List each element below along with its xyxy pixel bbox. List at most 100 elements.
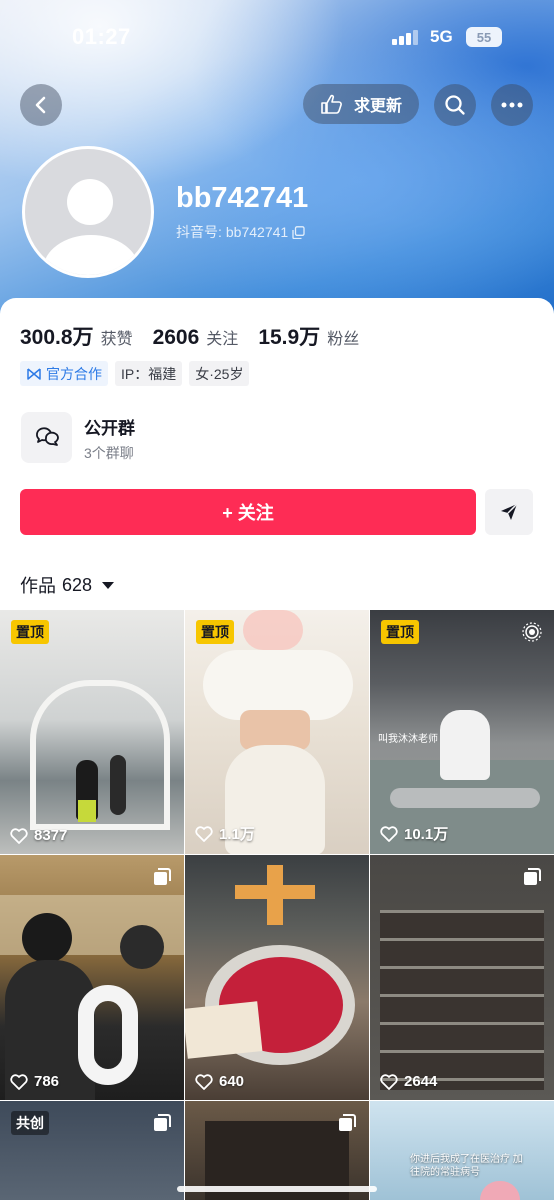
works-tab[interactable]: 作品 628 — [20, 572, 115, 598]
douyin-id[interactable]: 抖音号: bb742741 — [176, 222, 305, 242]
caret-down-icon — [102, 581, 115, 589]
likes-count[interactable]: 300.8万 — [20, 321, 94, 351]
follow-button[interactable]: + 关注 — [20, 489, 476, 535]
likes-value: 2644 — [404, 1073, 438, 1090]
tag-gender-age-label: 女·25岁 — [195, 365, 244, 382]
gym-arch-decor — [30, 680, 170, 830]
battery-icon: 55 — [466, 27, 502, 47]
profile-stats: 300.8万 获赞 2606 关注 15.9万 粉丝 — [20, 321, 379, 351]
avatar[interactable] — [22, 146, 154, 278]
person-figure-2 — [110, 755, 126, 815]
shoe-shelf — [380, 910, 544, 1090]
pinned-badge: 置顶 — [11, 620, 49, 644]
more-button[interactable] — [491, 84, 533, 126]
video-tile[interactable]: 叫我沐沐老师 置顶 10.1万 — [370, 610, 554, 854]
likes-value: 640 — [219, 1073, 245, 1090]
likes-label: 获赞 — [100, 331, 133, 348]
send-message-button[interactable] — [485, 489, 533, 535]
tile-likes: 8377 — [10, 827, 67, 844]
tag-official-label: 官方合作 — [46, 365, 102, 382]
home-indicator[interactable] — [177, 1186, 377, 1192]
heart-icon — [10, 1073, 28, 1090]
video-tile[interactable]: 2644 — [370, 855, 554, 1100]
pink-object — [480, 1181, 520, 1200]
likes-value: 1.1万 — [219, 826, 255, 843]
username: bb742741 — [176, 182, 309, 214]
status-time: 01:27 — [72, 24, 131, 49]
works-count: 628 — [62, 574, 93, 595]
following-label: 关注 — [206, 331, 239, 348]
tag-gender-age: 女·25岁 — [189, 361, 250, 386]
likes-value: 8377 — [34, 827, 68, 844]
group-chat-count: 3个群聊 — [84, 445, 134, 461]
following-count[interactable]: 2606 — [153, 326, 200, 350]
torso-figure — [240, 710, 310, 750]
group-chat-entry[interactable] — [21, 412, 72, 463]
video-tile[interactable]: 786 — [0, 855, 184, 1100]
followers-count[interactable]: 15.9万 — [258, 321, 320, 351]
greeting-card — [185, 1001, 263, 1059]
copy-icon[interactable] — [292, 225, 305, 239]
split-legs-figure — [390, 788, 540, 808]
send-message-icon — [501, 503, 518, 520]
works-label: 作品 — [20, 576, 56, 596]
person-head — [22, 913, 72, 963]
person-figure-legs — [78, 800, 96, 822]
follow-button-label: + 关注 — [222, 503, 274, 523]
pointing-hand-icon — [321, 94, 342, 114]
video-tile[interactable]: 你进后我成了在医治疗 加往院的常驻病号 — [370, 1101, 554, 1200]
multi-image-icon — [154, 868, 171, 885]
tag-ip-location: IP：福建 — [115, 361, 183, 386]
heart-icon — [195, 825, 213, 842]
video-tile[interactable]: 置顶 1.1万 — [185, 610, 369, 854]
co-creation-badge: 共创 — [11, 1111, 49, 1135]
douyin-id-label: 抖音号: — [176, 224, 222, 240]
heart-icon — [380, 1073, 398, 1090]
more-dots-icon — [501, 102, 523, 108]
status-bar: 01:27 5G 55 — [0, 0, 554, 72]
multi-image-icon — [524, 868, 541, 885]
request-update-label: 求更新 — [353, 98, 402, 115]
chevron-left-icon — [35, 96, 46, 114]
ribbon-decor-vertical — [267, 865, 283, 925]
tile-caption: 你进后我成了在医治疗 加往院的常驻病号 — [410, 1154, 523, 1178]
heart-icon — [380, 825, 398, 842]
live-photo-icon — [522, 622, 542, 642]
request-update-button[interactable]: 求更新 — [303, 84, 419, 124]
tile-likes: 640 — [195, 1073, 244, 1090]
tile-likes: 2644 — [380, 1073, 437, 1090]
sticker-overlay — [243, 610, 303, 650]
number-balloon — [78, 985, 138, 1085]
signal-icon — [392, 29, 418, 45]
search-icon — [445, 95, 465, 115]
multi-image-icon — [154, 1114, 171, 1131]
network-type: 5G — [430, 27, 453, 46]
search-button[interactable] — [434, 84, 476, 126]
video-grid: 置顶 8377 置顶 1.1万 叫我沐沐老师 置顶 10.1万 786 640 … — [0, 610, 554, 1200]
tile-likes: 1.1万 — [195, 823, 255, 844]
person-figure — [440, 710, 490, 780]
tile-likes: 786 — [10, 1073, 59, 1090]
official-badge-icon — [27, 367, 41, 380]
followers-label: 粉丝 — [327, 331, 360, 348]
likes-value: 786 — [34, 1073, 60, 1090]
profile-tags: 官方合作 IP：福建 女·25岁 — [20, 361, 250, 386]
video-tile[interactable]: 置顶 8377 — [0, 610, 184, 854]
douyin-id-value: bb742741 — [225, 224, 289, 240]
heart-icon — [195, 1073, 213, 1090]
video-tile[interactable]: 共创 — [0, 1101, 184, 1200]
heart-icon — [10, 827, 28, 844]
pinned-badge: 置顶 — [196, 620, 234, 644]
video-tile[interactable]: 640 — [185, 855, 369, 1100]
pinned-badge: 置顶 — [381, 620, 419, 644]
tile-likes: 10.1万 — [380, 823, 448, 844]
group-chat-title[interactable]: 公开群 — [84, 414, 135, 439]
tag-ip-label: IP：福建 — [121, 365, 177, 382]
back-button[interactable] — [20, 84, 62, 126]
tag-official-partner[interactable]: 官方合作 — [20, 361, 108, 386]
likes-value: 10.1万 — [404, 826, 449, 843]
avatar-placeholder-head — [67, 179, 113, 225]
avatar-placeholder-body — [43, 235, 139, 275]
multi-image-icon — [339, 1114, 356, 1131]
person-head-2 — [120, 925, 164, 969]
